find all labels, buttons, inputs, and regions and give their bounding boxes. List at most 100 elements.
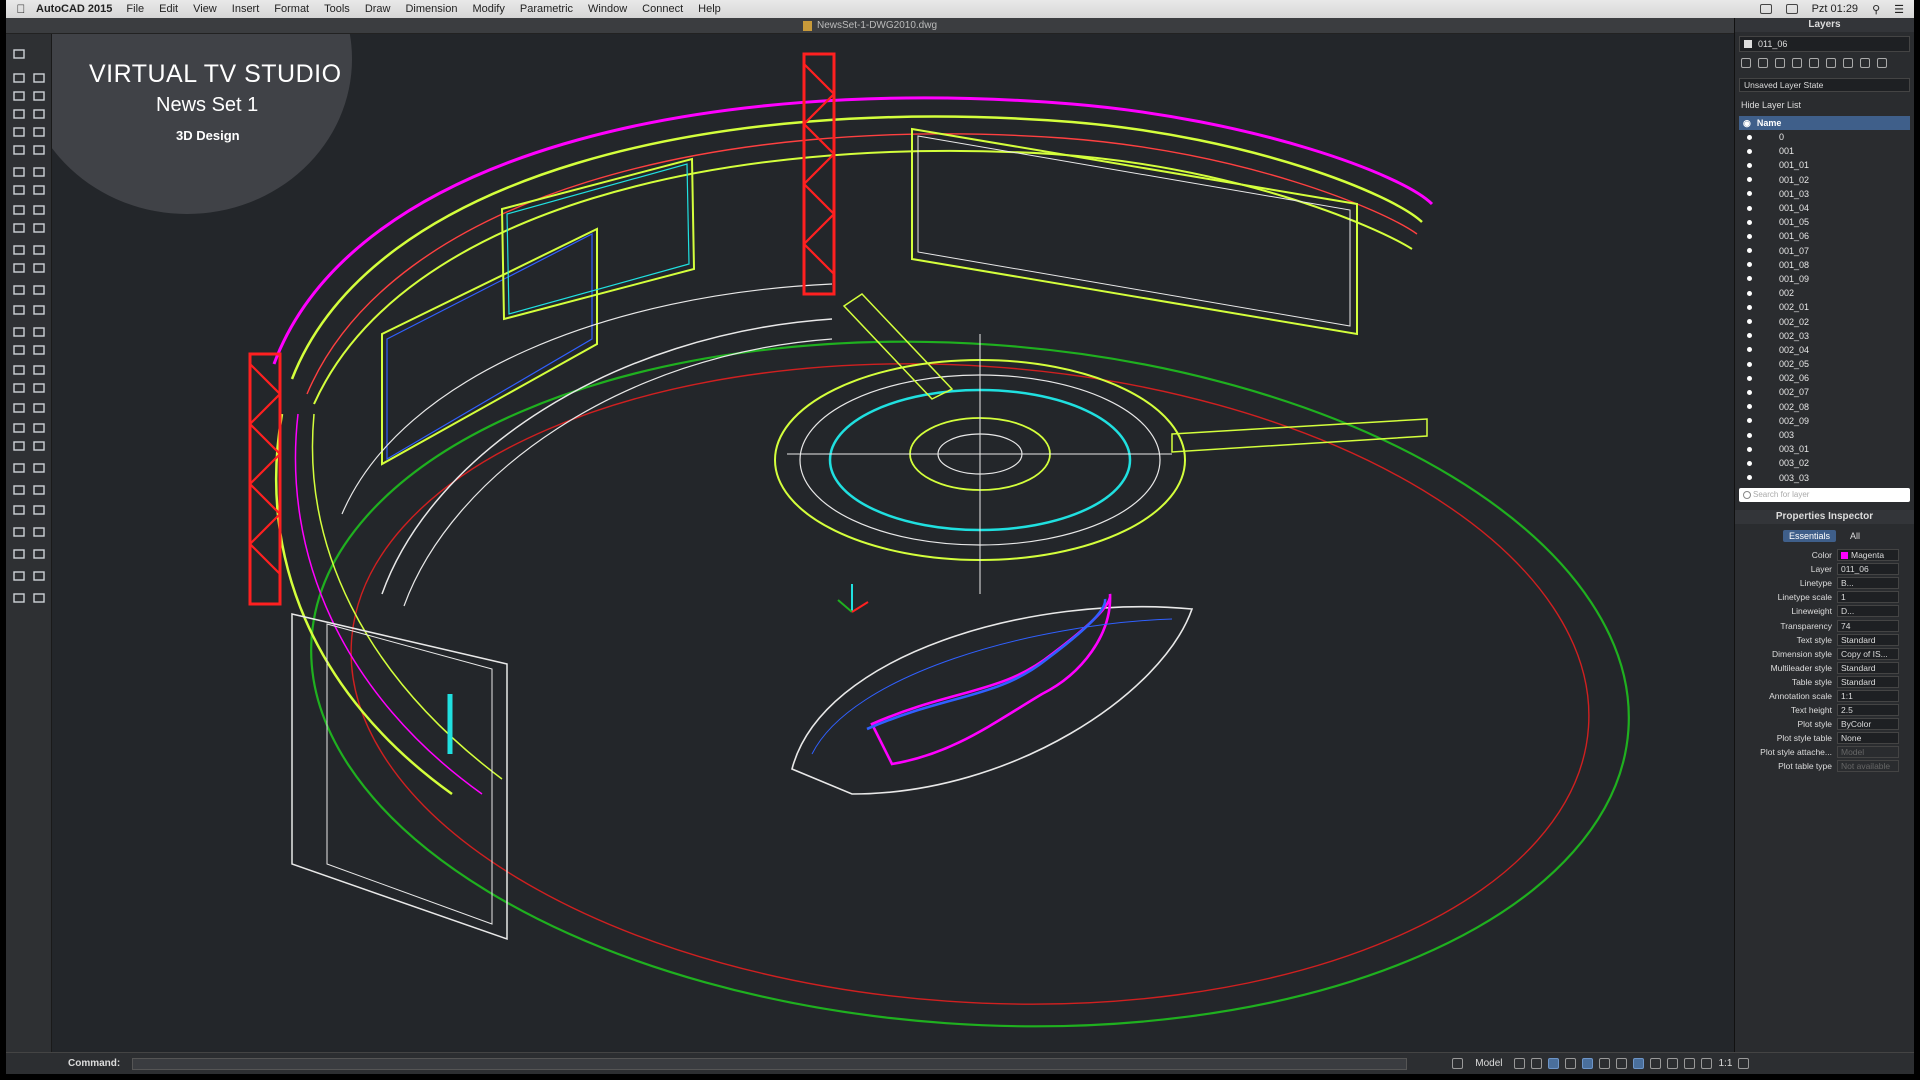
layer-visibility-icon[interactable] bbox=[1747, 375, 1752, 381]
tool-icon[interactable] bbox=[32, 204, 46, 216]
layer-visibility-icon[interactable] bbox=[1747, 446, 1752, 452]
layer-row[interactable]: 001_04 bbox=[1739, 201, 1910, 215]
property-value[interactable]: 74 bbox=[1837, 619, 1899, 632]
menu-connect[interactable]: Connect bbox=[642, 3, 683, 15]
layer-visibility-icon[interactable] bbox=[1747, 404, 1752, 410]
layer-visibility-icon[interactable] bbox=[1747, 319, 1752, 325]
pan-icon[interactable] bbox=[1684, 1058, 1696, 1069]
tab-essentials[interactable]: Essentials bbox=[1782, 530, 1836, 542]
property-value[interactable]: Standard bbox=[1837, 633, 1899, 646]
property-value[interactable]: B... bbox=[1837, 577, 1899, 590]
menu-edit[interactable]: Edit bbox=[159, 3, 178, 15]
tool-icon[interactable] bbox=[12, 166, 26, 178]
layer-row[interactable]: 001_06 bbox=[1739, 229, 1910, 243]
grid-icon[interactable] bbox=[1452, 1058, 1464, 1069]
property-value[interactable]: Standard bbox=[1837, 675, 1899, 688]
layer-row[interactable]: 002_03 bbox=[1739, 329, 1910, 343]
tool-icon[interactable] bbox=[12, 304, 26, 316]
snap-icon[interactable] bbox=[1514, 1058, 1526, 1069]
property-value[interactable]: ByColor bbox=[1837, 718, 1899, 731]
tool-icon[interactable] bbox=[32, 244, 46, 256]
osnap-icon[interactable] bbox=[1565, 1058, 1577, 1069]
menu-view[interactable]: View bbox=[193, 3, 217, 15]
tool-icon[interactable] bbox=[12, 244, 26, 256]
property-value[interactable]: 2.5 bbox=[1837, 704, 1899, 717]
selection-cycling-icon[interactable] bbox=[1633, 1058, 1645, 1069]
app-menu[interactable]: AutoCAD 2015 bbox=[36, 3, 112, 15]
layer-row[interactable]: 001_07 bbox=[1739, 244, 1910, 258]
layer-visibility-icon[interactable] bbox=[1747, 460, 1752, 466]
tool-icon[interactable] bbox=[32, 422, 46, 434]
layer-visibility-icon[interactable] bbox=[1747, 475, 1752, 481]
layer-visibility-icon[interactable] bbox=[1747, 262, 1752, 268]
tool-icon[interactable] bbox=[12, 364, 26, 376]
layer-visibility-icon[interactable] bbox=[1747, 177, 1752, 183]
property-value[interactable]: Standard bbox=[1837, 661, 1899, 674]
property-value[interactable]: Magenta bbox=[1837, 549, 1899, 562]
layer-freeze-icon[interactable] bbox=[1792, 58, 1802, 68]
tab-all[interactable]: All bbox=[1844, 530, 1866, 542]
layer-visibility-icon[interactable] bbox=[1747, 276, 1752, 282]
tool-icon[interactable] bbox=[32, 90, 46, 102]
tool-icon[interactable] bbox=[12, 440, 26, 452]
layer-match-icon[interactable] bbox=[1843, 58, 1853, 68]
layer-row[interactable]: 003_02 bbox=[1739, 456, 1910, 470]
tool-icon[interactable] bbox=[12, 592, 26, 604]
layer-visibility-icon[interactable] bbox=[1747, 205, 1752, 211]
list-icon[interactable]: ☰ bbox=[1894, 3, 1904, 16]
layer-state-dropdown[interactable]: Unsaved Layer State bbox=[1739, 78, 1910, 92]
tool-icon[interactable] bbox=[12, 204, 26, 216]
tool-icon[interactable] bbox=[32, 504, 46, 516]
property-value[interactable]: 011_06 bbox=[1837, 563, 1899, 576]
property-value[interactable]: 1:1 bbox=[1837, 689, 1899, 702]
tool-icon[interactable] bbox=[32, 382, 46, 394]
menu-modify[interactable]: Modify bbox=[472, 3, 504, 15]
tool-icon[interactable] bbox=[32, 344, 46, 356]
tool-icon[interactable] bbox=[12, 90, 26, 102]
tool-icon[interactable] bbox=[32, 108, 46, 120]
layer-row[interactable]: 001_08 bbox=[1739, 258, 1910, 272]
settings-gear-icon[interactable] bbox=[1738, 1058, 1750, 1069]
tool-icon[interactable] bbox=[12, 484, 26, 496]
delete-layer-icon[interactable] bbox=[1758, 58, 1768, 68]
layer-row[interactable]: 003_01 bbox=[1739, 442, 1910, 456]
layer-row[interactable]: 002_02 bbox=[1739, 314, 1910, 328]
current-layer-dropdown[interactable]: 011_06 bbox=[1739, 36, 1910, 52]
apple-icon[interactable]:  bbox=[6, 2, 36, 16]
layer-visibility-icon[interactable] bbox=[1747, 191, 1752, 197]
model-tab[interactable]: Model bbox=[1469, 1058, 1508, 1069]
layer-visibility-icon[interactable] bbox=[1747, 432, 1752, 438]
tool-icon[interactable] bbox=[12, 262, 26, 274]
layer-previous-icon[interactable] bbox=[1860, 58, 1870, 68]
tool-icon[interactable] bbox=[12, 284, 26, 296]
layer-walk-icon[interactable] bbox=[1877, 58, 1887, 68]
lineweight-icon[interactable] bbox=[1599, 1058, 1611, 1069]
layer-visibility-icon[interactable] bbox=[1747, 333, 1752, 339]
tool-icon[interactable] bbox=[12, 570, 26, 582]
annotation-scale[interactable]: 1:1 bbox=[1718, 1058, 1732, 1069]
tool-icon[interactable] bbox=[32, 462, 46, 474]
tool-icon[interactable] bbox=[32, 526, 46, 538]
layer-row[interactable]: 0 bbox=[1739, 130, 1910, 144]
tool-icon[interactable] bbox=[32, 72, 46, 84]
tool-icon[interactable] bbox=[12, 126, 26, 138]
tool-icon[interactable] bbox=[12, 462, 26, 474]
menu-insert[interactable]: Insert bbox=[232, 3, 260, 15]
layer-row[interactable]: 001_02 bbox=[1739, 173, 1910, 187]
tool-icon[interactable] bbox=[12, 48, 26, 60]
tool-icon[interactable] bbox=[32, 592, 46, 604]
menu-clock[interactable]: Pzt 01:29 bbox=[1812, 3, 1858, 15]
tool-icon[interactable] bbox=[12, 326, 26, 338]
layer-search-input[interactable]: Search for layer bbox=[1739, 488, 1910, 502]
menu-file[interactable]: File bbox=[126, 3, 144, 15]
layer-row[interactable]: 002 bbox=[1739, 286, 1910, 300]
tool-icon[interactable] bbox=[32, 184, 46, 196]
search-icon[interactable]: ⚲ bbox=[1872, 3, 1880, 16]
hide-layer-list-toggle[interactable]: Hide Layer List bbox=[1735, 98, 1914, 112]
layer-visibility-icon[interactable] bbox=[1747, 134, 1752, 140]
drawing-canvas[interactable]: VIRTUAL TV STUDIO News Set 1 3D Design bbox=[52, 34, 1734, 1052]
property-value[interactable]: D... bbox=[1837, 605, 1899, 618]
tool-icon[interactable] bbox=[32, 548, 46, 560]
tool-icon[interactable] bbox=[12, 344, 26, 356]
drawing-viewport[interactable] bbox=[52, 34, 1734, 1052]
